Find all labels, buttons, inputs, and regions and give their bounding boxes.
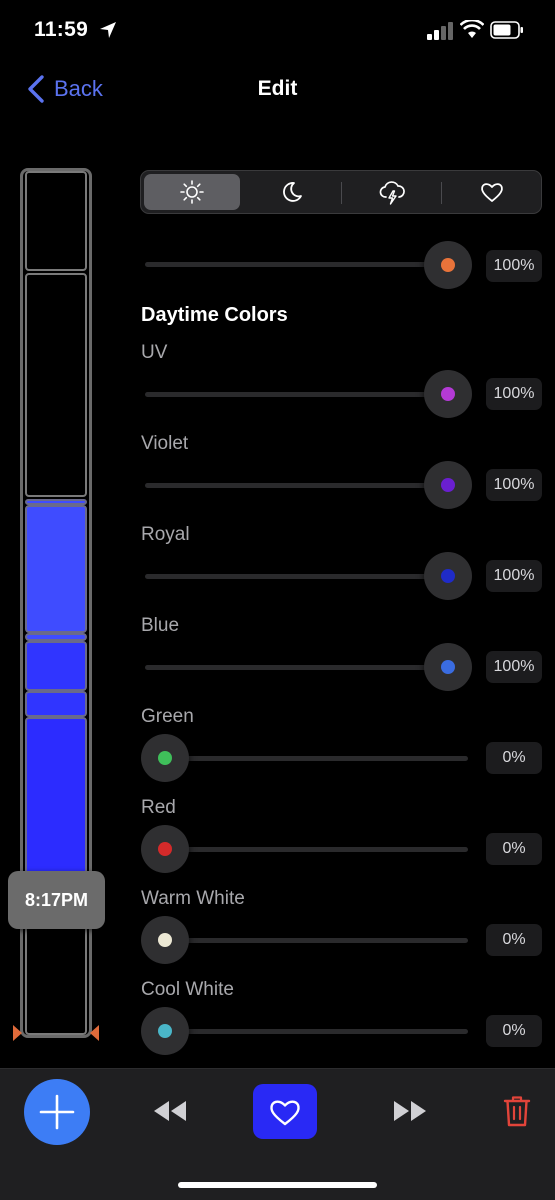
heart-icon — [481, 183, 503, 202]
slider-track[interactable] — [145, 665, 468, 670]
slider-track[interactable] — [145, 574, 468, 579]
slider-knob[interactable] — [424, 241, 472, 289]
channel-label: Warm White — [141, 888, 245, 909]
section-title: Daytime Colors — [141, 304, 288, 326]
color-dot — [441, 387, 455, 401]
color-dot — [441, 258, 455, 272]
channel-label: UV — [141, 342, 168, 363]
timeline-segment[interactable] — [25, 717, 87, 877]
status-time: 11:59 — [34, 18, 89, 41]
color-dot — [158, 751, 172, 765]
storm-icon — [379, 181, 405, 205]
color-dot — [441, 660, 455, 674]
slider-track[interactable] — [145, 262, 468, 267]
value-badge[interactable]: 100% — [486, 651, 542, 683]
slider-track[interactable] — [145, 756, 468, 761]
current-time-handle[interactable]: 8:17PM — [8, 871, 105, 929]
segment-divider — [441, 182, 442, 204]
slider-knob[interactable] — [424, 461, 472, 509]
channel-label: Royal — [141, 524, 190, 545]
value-badge[interactable]: 100% — [486, 250, 542, 282]
timeline-segment[interactable] — [25, 273, 87, 497]
value-badge[interactable]: 0% — [486, 1015, 542, 1047]
trash-icon[interactable] — [502, 1094, 532, 1128]
color-dot — [158, 842, 172, 856]
value-badge[interactable]: 100% — [486, 378, 542, 410]
slider-knob[interactable] — [424, 370, 472, 418]
add-point-button[interactable] — [24, 1079, 90, 1145]
color-dot — [441, 569, 455, 583]
signal-icon — [427, 22, 453, 40]
slider-knob[interactable] — [424, 643, 472, 691]
value-badge[interactable]: 100% — [486, 560, 542, 592]
slider-knob[interactable] — [141, 734, 189, 782]
slider-track[interactable] — [145, 1029, 468, 1034]
sun-icon — [180, 180, 204, 204]
channel-label: Red — [141, 797, 176, 818]
slider-knob[interactable] — [424, 552, 472, 600]
slider-track[interactable] — [145, 483, 468, 488]
value-badge[interactable]: 0% — [486, 924, 542, 956]
timeline-end-marker — [90, 1025, 99, 1041]
slider-track[interactable] — [145, 938, 468, 943]
channel-label: Green — [141, 706, 194, 727]
value-badge[interactable]: 100% — [486, 469, 542, 501]
channel-label: Blue — [141, 615, 180, 636]
moon-icon — [283, 182, 302, 202]
slider-knob[interactable] — [141, 916, 189, 964]
slider-knob[interactable] — [141, 825, 189, 873]
fast-forward-icon[interactable] — [390, 1093, 430, 1129]
value-badge[interactable]: 0% — [486, 742, 542, 774]
color-dot — [441, 478, 455, 492]
tab-daytime[interactable] — [144, 174, 240, 210]
segment-divider — [341, 182, 342, 204]
battery-icon — [490, 21, 523, 39]
timeline-segment[interactable] — [25, 641, 87, 691]
color-dot — [158, 1024, 172, 1038]
tab-night[interactable] — [244, 174, 340, 210]
heart-icon — [270, 1099, 300, 1125]
slider-knob[interactable] — [141, 1007, 189, 1055]
timeline-segment[interactable] — [25, 505, 87, 633]
rewind-icon[interactable] — [150, 1093, 190, 1129]
timeline-segment[interactable] — [25, 171, 87, 271]
wifi-icon — [460, 20, 484, 38]
slider-track[interactable] — [145, 392, 468, 397]
value-badge[interactable]: 0% — [486, 833, 542, 865]
timeline-start-marker — [13, 1025, 22, 1041]
favorite-button[interactable] — [253, 1084, 317, 1139]
home-indicator — [178, 1182, 377, 1188]
channel-label: Cool White — [141, 979, 234, 1000]
mode-segmented-control[interactable] — [140, 170, 542, 214]
timeline-segment[interactable] — [25, 633, 87, 641]
slider-track[interactable] — [145, 847, 468, 852]
color-dot — [158, 933, 172, 947]
channel-label: Violet — [141, 433, 189, 454]
location-arrow-icon — [100, 22, 116, 38]
timeline-segment[interactable] — [25, 691, 87, 717]
tab-favorite[interactable] — [444, 174, 540, 210]
plus-icon — [39, 1094, 75, 1130]
tab-storm[interactable] — [344, 174, 440, 210]
page-title: Edit — [257, 77, 298, 100]
